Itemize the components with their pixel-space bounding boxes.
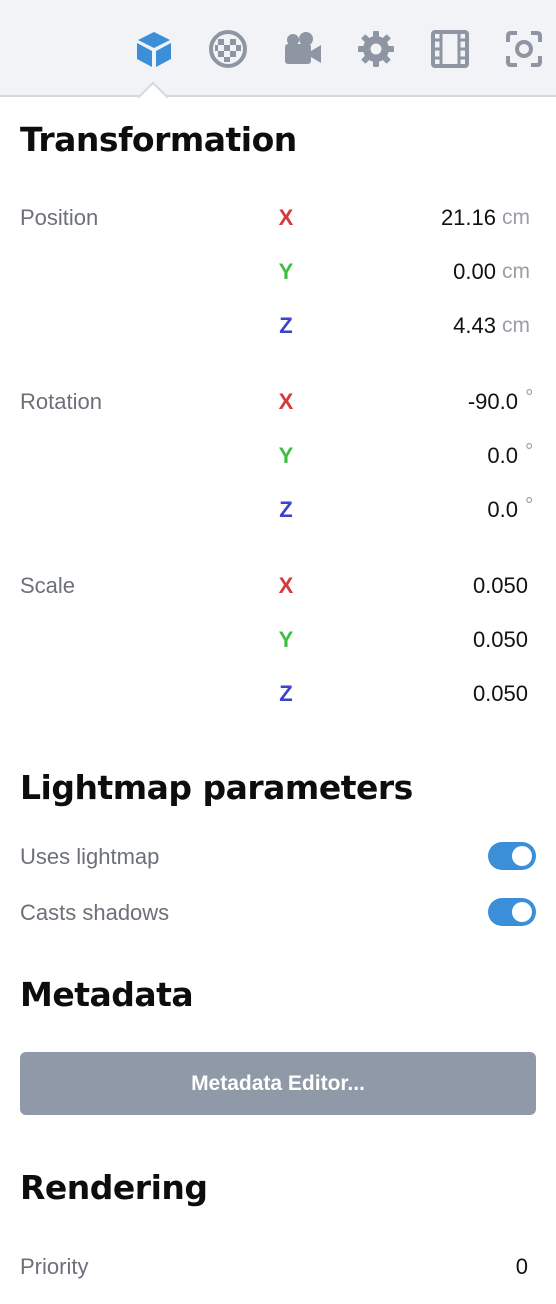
tab-settings[interactable]	[353, 26, 399, 72]
tab-camera[interactable]	[279, 26, 325, 72]
rotation-x-field[interactable]: -90.0	[468, 389, 518, 415]
position-x-axis: X	[278, 205, 294, 230]
scale-z-axis: Z	[279, 681, 293, 706]
rotation-x-unit: °	[525, 386, 534, 409]
tab-object[interactable]	[131, 26, 177, 72]
rotation-y-unit: °	[525, 440, 534, 463]
transformation-title: Transformation	[20, 120, 297, 159]
metadata-title: Metadata	[20, 975, 194, 1014]
position-z-axis: Z	[279, 313, 293, 338]
rotation-label: Rotation	[20, 389, 102, 414]
scale-x-field[interactable]: 0.050	[473, 573, 528, 599]
tab-focus[interactable]	[501, 26, 547, 72]
rotation-y-field[interactable]: 0.0	[487, 443, 518, 469]
rotation-z-axis: Z	[279, 497, 293, 522]
priority-field[interactable]: 0	[516, 1254, 528, 1280]
scale-x-axis: X	[278, 573, 294, 598]
scale-y-field[interactable]: 0.050	[473, 627, 528, 653]
priority-label: Priority	[20, 1254, 89, 1279]
rendering-title: Rendering	[20, 1168, 208, 1207]
lightmap-title: Lightmap parameters	[20, 768, 413, 807]
position-y-field[interactable]: 0.00	[453, 259, 496, 285]
scale-label: Scale	[20, 573, 76, 598]
rotation-z-field[interactable]: 0.0	[487, 497, 518, 523]
position-x-field[interactable]: 21.16	[441, 205, 496, 231]
metadata-editor-button[interactable]: Metadata Editor...	[20, 1052, 536, 1115]
focus-frame-icon	[506, 31, 542, 67]
casts-shadows-toggle[interactable]	[488, 898, 536, 926]
film-strip-icon	[431, 30, 469, 68]
position-label: Position	[20, 205, 99, 230]
cube-icon	[137, 32, 171, 67]
position-z-field[interactable]: 4.43	[453, 313, 496, 339]
material-ball-icon	[209, 30, 247, 68]
tab-animation[interactable]	[427, 26, 473, 72]
inspector-toolbar	[0, 0, 556, 97]
scale-y-axis: Y	[278, 627, 294, 652]
position-y-axis: Y	[278, 259, 294, 284]
toggle-knob	[512, 902, 532, 922]
scale-z-field[interactable]: 0.050	[473, 681, 528, 707]
uses-lightmap-label: Uses lightmap	[20, 844, 160, 869]
rotation-y-axis: Y	[278, 443, 294, 468]
rotation-x-axis: X	[278, 389, 294, 414]
gear-icon	[358, 31, 394, 67]
rotation-z-unit: °	[525, 494, 534, 517]
toggle-knob	[512, 846, 532, 866]
position-x-unit: cm	[502, 206, 530, 229]
uses-lightmap-toggle[interactable]	[488, 842, 536, 870]
camera-icon	[285, 32, 321, 64]
casts-shadows-label: Casts shadows	[20, 900, 170, 925]
position-y-unit: cm	[502, 260, 530, 283]
tab-material[interactable]	[205, 26, 251, 72]
position-z-unit: cm	[502, 314, 530, 337]
